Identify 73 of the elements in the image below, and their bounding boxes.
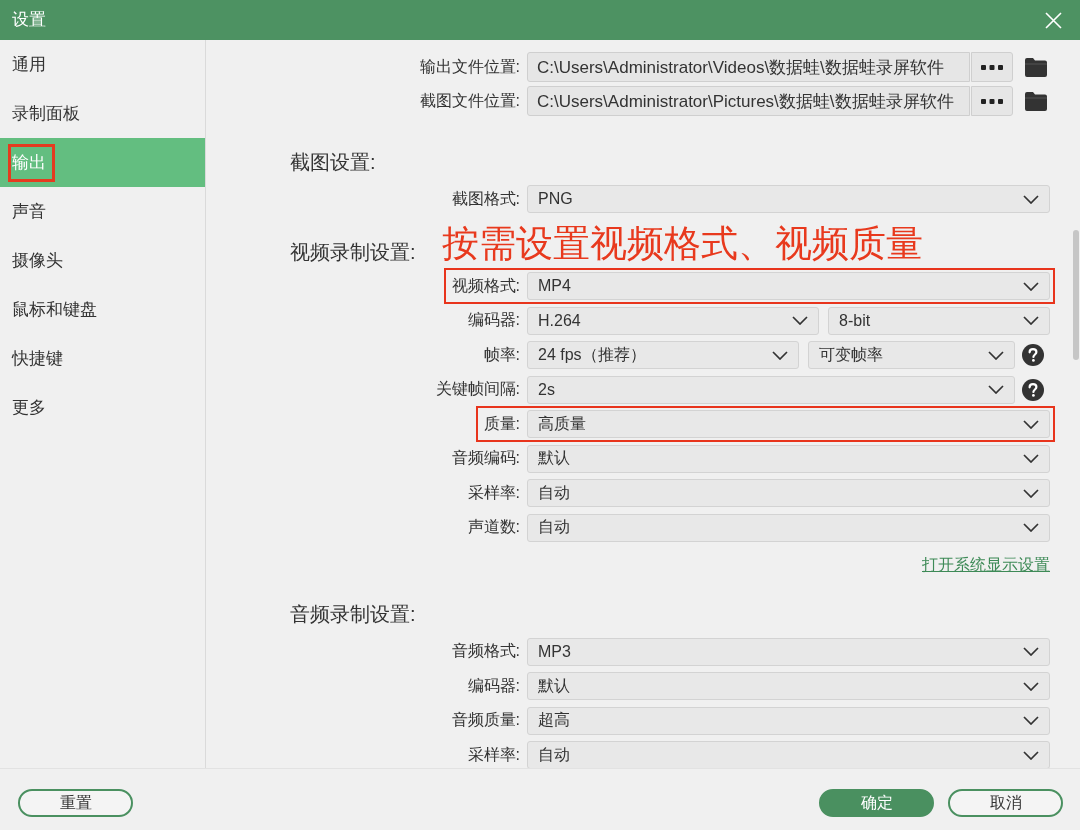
field-label: 音频质量:: [451, 710, 520, 730]
field-label: 采样率:: [467, 744, 520, 765]
field-label: 编码器:: [467, 310, 520, 330]
field-label: 声道数:: [467, 517, 520, 537]
dialog-button[interactable]: 重置: [18, 789, 133, 817]
dropdown[interactable]: 自动: [527, 479, 1050, 507]
chevron-down-icon: [1023, 750, 1039, 760]
chevron-down-icon: [1023, 488, 1039, 498]
chevron-down-icon: [1023, 716, 1039, 725]
chevron-down-icon: [1023, 681, 1039, 691]
dropdown[interactable]: 24 fps（推荐）: [527, 341, 799, 369]
scrollbar-thumb[interactable]: [1073, 230, 1079, 360]
dropdown[interactable]: 默认: [527, 672, 1050, 700]
sidebar-item[interactable]: 更多: [0, 383, 205, 432]
dropdown[interactable]: MP3: [527, 637, 1050, 666]
chevron-down-icon: [1023, 419, 1039, 429]
help-icon[interactable]: [1022, 378, 1044, 401]
chevron-down-icon: [988, 385, 1004, 394]
browse-button[interactable]: [971, 86, 1013, 116]
confirm-button[interactable]: 确定: [819, 789, 934, 817]
sidebar-item[interactable]: 通用: [0, 40, 205, 89]
dropdown[interactable]: 自动: [527, 741, 1050, 768]
dropdown[interactable]: 超高: [527, 706, 1050, 735]
field-label: 采样率:: [467, 482, 520, 503]
dialog-button[interactable]: 取消: [948, 789, 1063, 817]
section-heading: 音频录制设置:: [289, 601, 416, 626]
sidebar-item[interactable]: 快捷键: [0, 334, 205, 383]
field-label: 编码器:: [467, 675, 520, 696]
dropdown[interactable]: 默认: [527, 444, 1050, 473]
field-label: 音频编码:: [451, 448, 520, 468]
field-label: 截图文件位置:: [419, 90, 520, 111]
chevron-down-icon: [1023, 454, 1039, 463]
section-heading: 截图设置:: [289, 150, 376, 174]
sidebar-item[interactable]: 摄像头: [0, 236, 205, 285]
chevron-down-icon: [1023, 281, 1039, 291]
section-heading: 视频录制设置:: [289, 240, 416, 264]
field-label: 输出文件位置:: [419, 56, 520, 77]
path-field[interactable]: C:\Users\Administrator\Pictures\数据蛙\数据蛙录屏软件: [527, 86, 970, 116]
dropdown[interactable]: PNG: [527, 185, 1050, 213]
chevron-down-icon: [1023, 647, 1039, 656]
chevron-down-icon: [1023, 523, 1039, 532]
display-settings-link[interactable]: 打开系统显示设置: [922, 554, 1050, 575]
dropdown[interactable]: 高质量: [527, 410, 1050, 438]
dropdown[interactable]: H.264: [527, 306, 819, 335]
browse-button[interactable]: [971, 52, 1013, 82]
field-label: 质量:: [483, 413, 520, 434]
field-label: 关键帧间隔:: [435, 379, 520, 399]
close-icon[interactable]: [1045, 11, 1062, 29]
path-field[interactable]: C:\Users\Administrator\Videos\数据蛙\数据蛙录屏软件: [527, 52, 970, 82]
folder-icon[interactable]: [1025, 91, 1047, 111]
sidebar-item[interactable]: 鼠标和键盘: [0, 285, 205, 334]
annotation-text: 按需设置视频格式、视频质量: [441, 224, 923, 264]
dropdown[interactable]: 2s: [527, 375, 1015, 404]
help-icon[interactable]: [1022, 344, 1044, 366]
chevron-down-icon: [988, 350, 1004, 360]
field-label: 帧率:: [483, 344, 520, 365]
chevron-down-icon: [792, 316, 808, 325]
dropdown[interactable]: 8-bit: [828, 306, 1050, 335]
window-title: 设置: [12, 9, 46, 30]
field-label: 音频格式:: [451, 641, 520, 661]
chevron-down-icon: [1023, 316, 1039, 325]
ellipsis-icon: [981, 64, 1003, 70]
field-label: 视频格式:: [451, 275, 520, 296]
folder-icon[interactable]: [1025, 57, 1047, 77]
sidebar-item[interactable]: 录制面板: [0, 89, 205, 138]
sidebar-item[interactable]: 声音: [0, 187, 205, 236]
dropdown[interactable]: 自动: [527, 513, 1050, 542]
ellipsis-icon: [981, 98, 1003, 104]
dropdown[interactable]: MP4: [527, 272, 1050, 300]
dropdown[interactable]: 可变帧率: [807, 341, 1015, 369]
field-label: 截图格式:: [451, 188, 520, 209]
chevron-down-icon: [1023, 194, 1039, 204]
chevron-down-icon: [771, 350, 788, 360]
